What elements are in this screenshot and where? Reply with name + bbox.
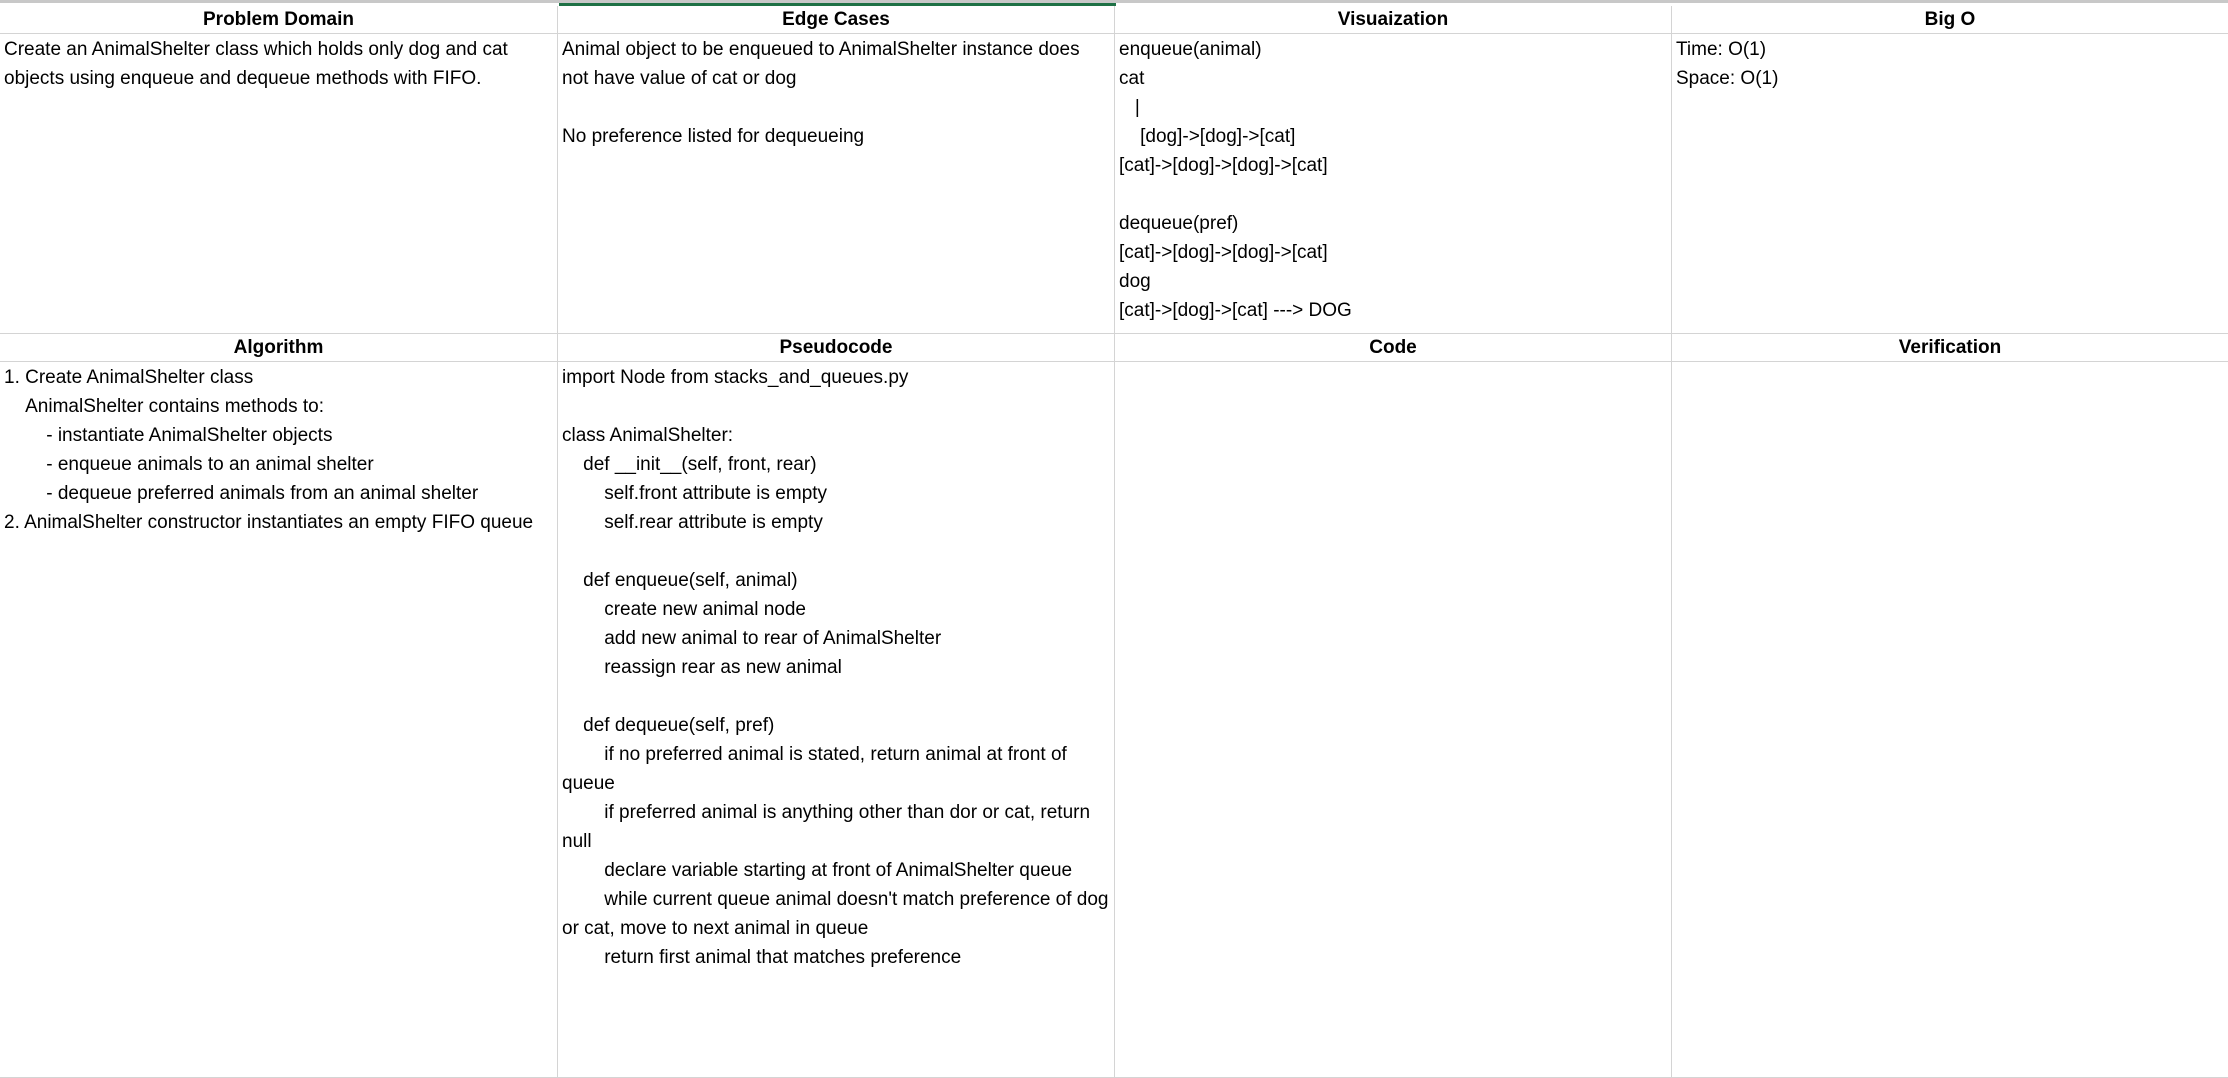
cell-grid: Problem Domain Edge Cases Visuaization B…: [0, 6, 2228, 1078]
cell-pseudocode[interactable]: import Node from stacks_and_queues.py cl…: [558, 362, 1115, 1078]
cell-visualization[interactable]: enqueue(animal) cat | [dog]->[dog]->[cat…: [1115, 34, 1672, 334]
header-visualization[interactable]: Visuaization: [1115, 6, 1672, 34]
header-big-o[interactable]: Big O: [1672, 6, 2228, 34]
header-pseudocode[interactable]: Pseudocode: [558, 334, 1115, 362]
cell-verification[interactable]: [1672, 362, 2228, 1078]
spreadsheet: Problem Domain Edge Cases Visuaization B…: [0, 0, 2228, 1078]
cell-edge-cases[interactable]: Animal object to be enqueued to AnimalSh…: [558, 34, 1115, 334]
header-algorithm[interactable]: Algorithm: [0, 334, 558, 362]
header-edge-cases[interactable]: Edge Cases: [558, 6, 1115, 34]
header-code[interactable]: Code: [1115, 334, 1672, 362]
cell-code[interactable]: [1115, 362, 1672, 1078]
cell-problem-domain[interactable]: Create an AnimalShelter class which hold…: [0, 34, 558, 334]
header-problem-domain[interactable]: Problem Domain: [0, 6, 558, 34]
header-verification[interactable]: Verification: [1672, 334, 2228, 362]
cell-big-o[interactable]: Time: O(1) Space: O(1): [1672, 34, 2228, 334]
cell-algorithm[interactable]: 1. Create AnimalShelter class AnimalShel…: [0, 362, 558, 1078]
